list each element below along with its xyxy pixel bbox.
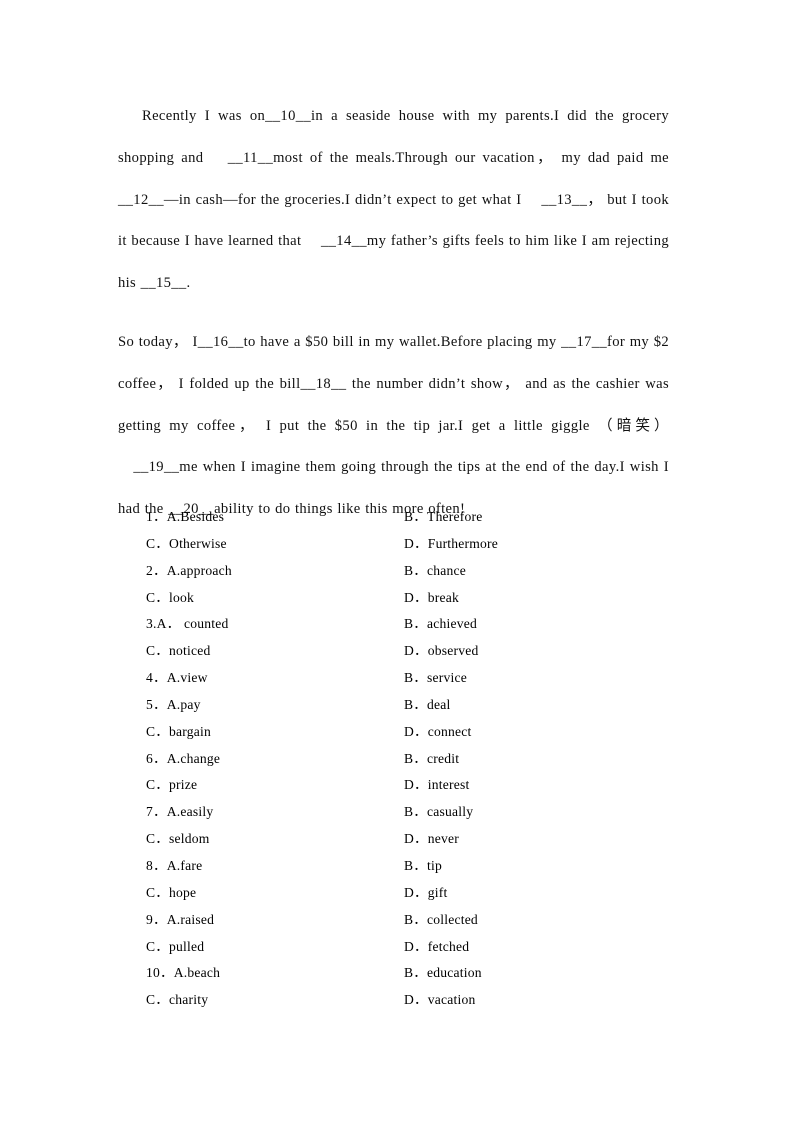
option-choice-a[interactable]: 9．A.raised xyxy=(146,907,214,934)
option-choice-d[interactable]: D．vacation xyxy=(404,987,475,1014)
option-row: 8．A.fare B．tip xyxy=(146,853,666,880)
option-choice-a[interactable]: 8．A.fare xyxy=(146,853,202,880)
option-choice-d[interactable]: D．interest xyxy=(404,772,469,799)
option-row: 4．A.view B．service xyxy=(146,665,666,692)
option-row: 5．A.pay B．deal xyxy=(146,692,666,719)
option-row: C．hope D．gift xyxy=(146,880,666,907)
passage-paragraph: Recently I was on__10__in a seaside hous… xyxy=(118,96,669,305)
passage-paragraph: So today， I__16__to have a $50 bill in m… xyxy=(118,322,669,531)
option-choice-a[interactable]: 1．A.Besides xyxy=(146,504,224,531)
option-row: 7．A.easily B．casually xyxy=(146,799,666,826)
option-row: 1．A.Besides B．Therefore xyxy=(146,504,666,531)
option-row: C．noticed D．observed xyxy=(146,638,666,665)
option-row: C．charity D．vacation xyxy=(146,987,666,1014)
option-choice-b[interactable]: B．tip xyxy=(404,853,442,880)
option-choice-d[interactable]: D．observed xyxy=(404,638,478,665)
option-choice-a[interactable]: 2．A.approach xyxy=(146,558,232,585)
option-row: C．prize D．interest xyxy=(146,772,666,799)
option-choice-b[interactable]: B．education xyxy=(404,960,482,987)
option-choice-c[interactable]: C．seldom xyxy=(146,826,210,853)
passage-paragraph-text: Recently I was on__10__in a seaside hous… xyxy=(118,108,669,292)
option-choice-b[interactable]: B．credit xyxy=(404,746,459,773)
option-choice-b[interactable]: B．service xyxy=(404,665,467,692)
option-choice-b[interactable]: B．achieved xyxy=(404,611,477,638)
option-choice-a[interactable]: 4．A.view xyxy=(146,665,208,692)
option-row: 2．A.approach B．chance xyxy=(146,558,666,585)
option-row: C．seldom D．never xyxy=(146,826,666,853)
option-row: 9．A.raised B．collected xyxy=(146,907,666,934)
passage-paragraph-text: So today， I__16__to have a $50 bill in m… xyxy=(118,333,669,518)
option-choice-d[interactable]: D．connect xyxy=(404,719,471,746)
option-choice-c[interactable]: C．charity xyxy=(146,987,208,1014)
option-choice-b[interactable]: B．casually xyxy=(404,799,473,826)
option-choice-a[interactable]: 5．A.pay xyxy=(146,692,201,719)
option-choice-c[interactable]: C．prize xyxy=(146,772,197,799)
option-choice-a[interactable]: 7．A.easily xyxy=(146,799,213,826)
option-choice-c[interactable]: C．pulled xyxy=(146,934,204,961)
option-choice-a[interactable]: 6．A.change xyxy=(146,746,220,773)
option-choice-a[interactable]: 3.A． counted xyxy=(146,611,228,638)
option-choice-b[interactable]: B．deal xyxy=(404,692,451,719)
option-choice-c[interactable]: C．look xyxy=(146,585,194,612)
option-row: 6．A.change B．credit xyxy=(146,746,666,773)
option-choice-b[interactable]: B．Therefore xyxy=(404,504,482,531)
option-choice-d[interactable]: D．Furthermore xyxy=(404,531,498,558)
option-choice-a[interactable]: 10．A.beach xyxy=(146,960,220,987)
option-row: 3.A． counted B．achieved xyxy=(146,611,666,638)
options-list: 1．A.Besides B．Therefore C．Otherwise D．Fu… xyxy=(146,504,666,1014)
document-page: Recently I was on__10__in a seaside hous… xyxy=(0,0,794,1123)
option-row: C．bargain D．connect xyxy=(146,719,666,746)
option-row: 10．A.beach B．education xyxy=(146,960,666,987)
option-choice-c[interactable]: C．bargain xyxy=(146,719,211,746)
option-choice-c[interactable]: C．Otherwise xyxy=(146,531,227,558)
option-choice-b[interactable]: B．chance xyxy=(404,558,466,585)
option-choice-d[interactable]: D．fetched xyxy=(404,934,469,961)
passage-body: Recently I was on__10__in a seaside hous… xyxy=(118,96,669,531)
option-row: C．look D．break xyxy=(146,585,666,612)
option-choice-d[interactable]: D．never xyxy=(404,826,459,853)
option-choice-b[interactable]: B．collected xyxy=(404,907,478,934)
option-choice-c[interactable]: C．noticed xyxy=(146,638,210,665)
option-choice-d[interactable]: D．gift xyxy=(404,880,448,907)
option-row: C．Otherwise D．Furthermore xyxy=(146,531,666,558)
option-row: C．pulled D．fetched xyxy=(146,934,666,961)
option-choice-c[interactable]: C．hope xyxy=(146,880,196,907)
option-choice-d[interactable]: D．break xyxy=(404,585,459,612)
